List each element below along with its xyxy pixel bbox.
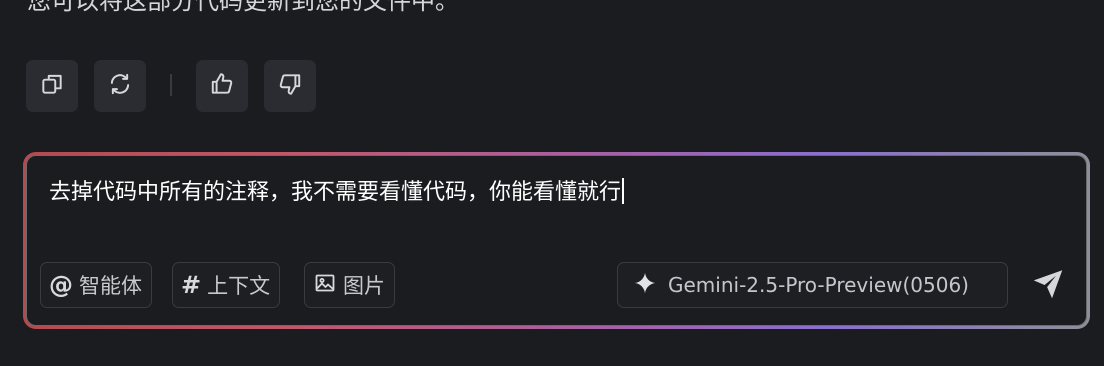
- refresh-icon: [107, 71, 133, 101]
- regenerate-button[interactable]: [94, 60, 146, 112]
- agent-button[interactable]: @ 智能体: [40, 262, 152, 308]
- composer-border: 去掉代码中所有的注释，我不需要看懂代码，你能看懂就行 @ 智能体 # 上下文 图…: [23, 152, 1090, 329]
- chat-panel: 您可以将这部分代码更新到您的文件中。 去掉代码中所有的注释，我不需要看懂代码，你…: [0, 0, 1104, 366]
- image-icon: [313, 271, 337, 300]
- send-icon: [1030, 266, 1066, 306]
- text-caret: [622, 178, 624, 204]
- at-icon: @: [49, 271, 73, 299]
- thumbs-up-icon: [209, 71, 235, 101]
- context-button-label: 上下文: [207, 274, 271, 298]
- hash-icon: #: [181, 271, 202, 299]
- context-button[interactable]: # 上下文: [172, 262, 281, 308]
- thumbs-down-icon: [277, 71, 303, 101]
- image-button-label: 图片: [343, 274, 385, 298]
- image-button[interactable]: 图片: [304, 262, 395, 308]
- action-separator: [170, 74, 172, 96]
- copy-icon: [39, 71, 65, 101]
- sparkle-icon: [632, 270, 658, 301]
- message-input[interactable]: 去掉代码中所有的注释，我不需要看懂代码，你能看懂就行: [49, 178, 624, 208]
- dislike-button[interactable]: [264, 60, 316, 112]
- agent-button-label: 智能体: [79, 274, 142, 298]
- composer[interactable]: 去掉代码中所有的注释，我不需要看懂代码，你能看懂就行 @ 智能体 # 上下文 图…: [26, 155, 1087, 326]
- like-button[interactable]: [196, 60, 248, 112]
- send-button[interactable]: [1028, 266, 1068, 306]
- copy-button[interactable]: [26, 60, 78, 112]
- model-selector[interactable]: Gemini-2.5-Pro-Preview(0506): [617, 262, 1008, 308]
- message-input-text: 去掉代码中所有的注释，我不需要看懂代码，你能看懂就行: [49, 180, 622, 205]
- model-label: Gemini-2.5-Pro-Preview(0506): [668, 273, 969, 297]
- previous-message-text: 您可以将这部分代码更新到您的文件中。: [27, 0, 459, 15]
